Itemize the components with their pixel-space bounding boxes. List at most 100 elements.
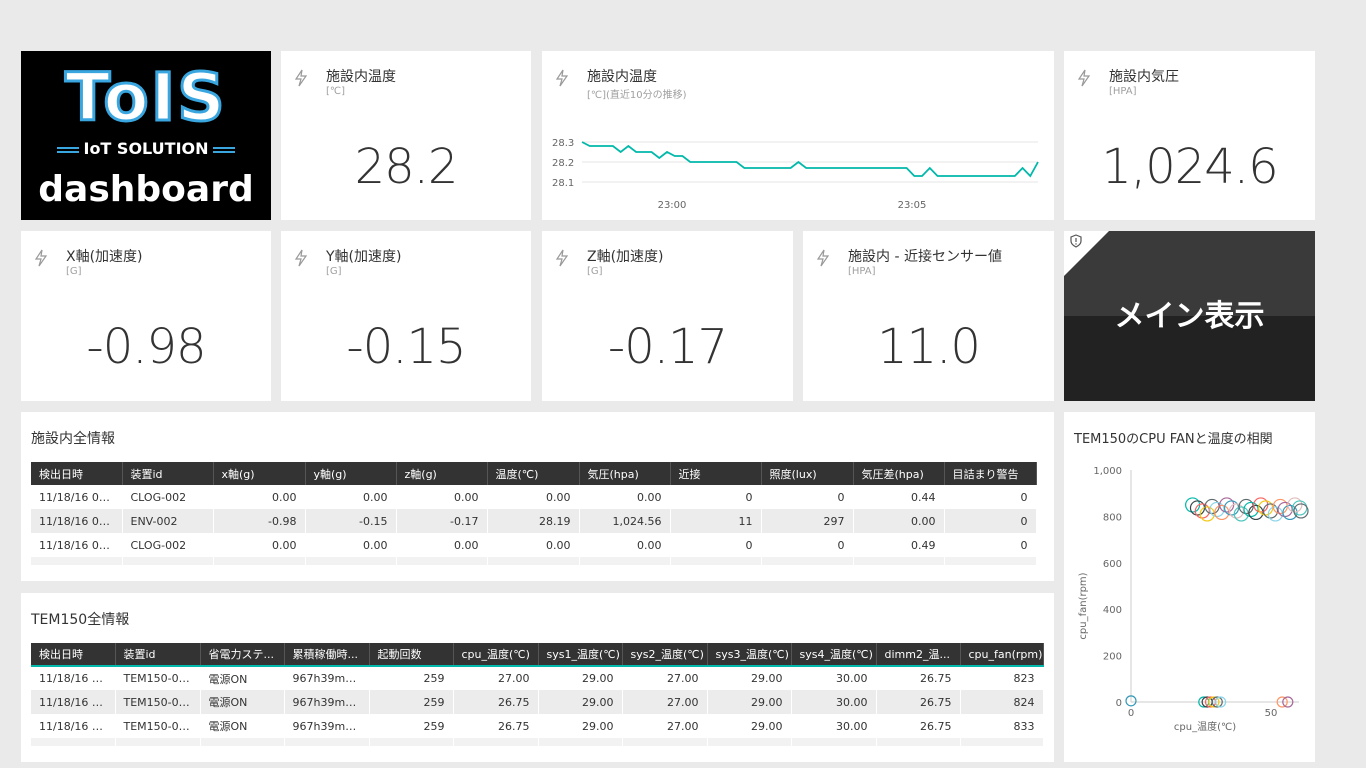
- table-cell: 29.00: [707, 666, 792, 690]
- column-header[interactable]: 気圧差(hpa): [853, 462, 945, 485]
- table-row[interactable]: 11/18/16 05:... ENV-002 -0.98 -0.15 -0.17 28.…: [31, 509, 1037, 533]
- table-cell: [853, 557, 945, 565]
- logo-tile: ToIS IoT SOLUTION dashboard: [21, 51, 271, 220]
- table-row[interactable]: 11/18/16 05... TEM150-002 電源ON 967h39m32s 25…: [31, 714, 1044, 738]
- shield-icon: [1070, 234, 1082, 251]
- table-cell: 27.00: [622, 666, 708, 690]
- table-cell: 297: [761, 509, 854, 533]
- column-header[interactable]: y軸(g): [305, 462, 397, 485]
- main-view-button[interactable]: メイン表示: [1064, 231, 1315, 401]
- table-cell: 26.75: [876, 714, 961, 738]
- card-title: X軸(加速度): [66, 249, 143, 265]
- card-title: Z軸(加速度): [587, 249, 664, 265]
- table-cell: [538, 738, 623, 746]
- bolt-icon: [1077, 69, 1091, 87]
- x-tick-label: 23:00: [658, 200, 687, 211]
- y-tick-label: 400: [1103, 605, 1122, 616]
- table-cell: TEM150-002: [115, 714, 201, 738]
- y-accel-card[interactable]: Y軸(加速度) [G] -0.15: [281, 231, 531, 401]
- column-header[interactable]: sys2_温度(℃): [622, 643, 708, 667]
- column-header[interactable]: sys3_温度(℃): [707, 643, 792, 667]
- column-header[interactable]: 検出日時: [31, 643, 116, 667]
- table-cell: 26.75: [453, 690, 539, 714]
- column-header[interactable]: 目詰まり警告: [944, 462, 1037, 485]
- scatter-panel: TEM150のCPU FANと温度の相関 1,000 800 600 400 200 0 0…: [1064, 412, 1315, 762]
- table-cell: 833: [960, 714, 1044, 738]
- temperature-trend-card[interactable]: 施設内温度 [℃](直近10分の推移) 28.3 28.2 28.1 23:00 23:…: [542, 51, 1054, 220]
- column-header[interactable]: sys4_温度(℃): [791, 643, 877, 667]
- card-unit: [℃]: [326, 86, 346, 97]
- column-header[interactable]: cpu_fan(rpm): [960, 643, 1044, 667]
- table-cell: [305, 557, 397, 565]
- table-cell: 26.75: [876, 666, 961, 690]
- table-cell: 824: [960, 690, 1044, 714]
- table-cell: -0.15: [305, 509, 397, 533]
- column-header[interactable]: cpu_温度(℃): [453, 643, 539, 667]
- table-row[interactable]: 11/18/16 05:... CLOG-002 0.00 0.00 0.00 0.00 0…: [31, 533, 1037, 557]
- table-cell: -0.17: [396, 509, 488, 533]
- column-header[interactable]: 検出日時: [31, 462, 123, 485]
- panel-title: TEM150全情報: [31, 612, 130, 628]
- column-header[interactable]: dimm2_温...: [876, 643, 961, 667]
- facility-table-panel: 施設内全情報 検出日時 装置id x軸(g) y軸(g) z軸(g) 温度(℃) 気圧(hp…: [21, 412, 1054, 581]
- x-accel-card[interactable]: X軸(加速度) [G] -0.98: [21, 231, 271, 401]
- table-cell: 259: [369, 714, 454, 738]
- table-cell: 0.49: [853, 533, 945, 557]
- column-header[interactable]: 累積稼働時...: [284, 643, 370, 667]
- table-cell: 11/18/16 05:...: [31, 485, 123, 509]
- card-value: 1,024.6: [1101, 139, 1278, 195]
- column-header[interactable]: 装置id: [115, 643, 201, 667]
- table-cell: [396, 557, 488, 565]
- table-cell: [284, 738, 370, 746]
- column-header[interactable]: z軸(g): [396, 462, 488, 485]
- table-row[interactable]: 11/18/16 05:... CLOG-002 0.00 0.00 0.00 0.00 0…: [31, 485, 1037, 509]
- column-header[interactable]: 気圧(hpa): [579, 462, 671, 485]
- card-unit: [HPA]: [1109, 86, 1137, 97]
- x-axis-label: cpu_温度(℃): [1174, 720, 1236, 733]
- column-header[interactable]: 温度(℃): [487, 462, 580, 485]
- column-header[interactable]: 装置id: [122, 462, 214, 485]
- card-value: -0.15: [346, 319, 466, 375]
- table-cell: 11/18/16 05:...: [31, 509, 123, 533]
- card-value: -0.98: [86, 319, 206, 375]
- table-cell: [960, 738, 1044, 746]
- column-header[interactable]: sys1_温度(℃): [538, 643, 623, 667]
- table-cell: 30.00: [791, 690, 877, 714]
- table-cell: 29.00: [707, 714, 792, 738]
- table-cell: [622, 738, 708, 746]
- bolt-icon: [34, 249, 48, 267]
- cpu-fan-scatter-chart: 1,000 800 600 400 200 00 50 cpu_温度(℃) cpu_fan(rp…: [1078, 466, 1309, 733]
- column-header[interactable]: x軸(g): [213, 462, 306, 485]
- logo-subtitle-text: IoT SOLUTION: [83, 139, 209, 158]
- table-cell: [213, 557, 306, 565]
- table-cell: 0: [944, 533, 1037, 557]
- card-unit: [G]: [326, 266, 342, 277]
- y-tick-label: 800: [1103, 512, 1122, 523]
- temperature-card[interactable]: 施設内温度 [℃] 28.2: [281, 51, 531, 220]
- table-row[interactable]: 11/18/16 05... TEM150-002 電源ON 967h39m54s 25…: [31, 666, 1044, 690]
- table-row[interactable]: 11/18/16 05... TEM150-002 電源ON 967h39m43s 25…: [31, 690, 1044, 714]
- table-cell: 0.00: [396, 533, 488, 557]
- table-cell: TEM150-002: [115, 690, 201, 714]
- table-cell: 0.00: [487, 485, 580, 509]
- table-cell: 0.00: [487, 533, 580, 557]
- bolt-icon: [294, 249, 308, 267]
- table-cell: [453, 738, 539, 746]
- y-tick-label: 28.1: [552, 178, 574, 189]
- column-header[interactable]: 照度(lux): [761, 462, 854, 485]
- table-cell: [31, 738, 116, 746]
- column-header[interactable]: 起動回数: [369, 643, 454, 667]
- column-header[interactable]: 近接: [670, 462, 762, 485]
- x-tick-label: 50: [1265, 708, 1278, 719]
- logo-caption: dashboard: [38, 169, 254, 210]
- bolt-icon: [294, 69, 308, 87]
- table-cell: 26.75: [876, 690, 961, 714]
- table-cell: 29.00: [538, 690, 623, 714]
- column-header[interactable]: 省電力ステ...: [200, 643, 285, 667]
- y-tick-label: 1,000: [1093, 466, 1122, 477]
- z-accel-card[interactable]: Z軸(加速度) [G] -0.17: [542, 231, 793, 401]
- table-cell: 27.00: [453, 666, 539, 690]
- pressure-card[interactable]: 施設内気圧 [HPA] 1,024.6: [1064, 51, 1315, 220]
- table-cell: 0.44: [853, 485, 945, 509]
- proximity-card[interactable]: 施設内 - 近接センサー値 [HPA] 11.0: [803, 231, 1054, 401]
